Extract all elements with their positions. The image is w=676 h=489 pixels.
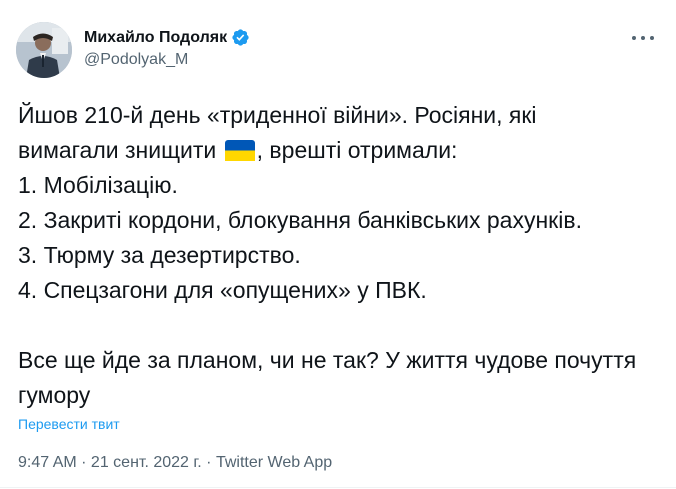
- more-dot-icon: [650, 36, 654, 40]
- tweet-source-link[interactable]: Twitter Web App: [216, 454, 332, 471]
- avatar-photo: [16, 22, 72, 78]
- verified-badge-icon: [232, 29, 249, 46]
- translate-tweet-link[interactable]: Перевести твит: [18, 416, 120, 432]
- tweet-line: 2. Закриті кордони, блокування банківськ…: [18, 207, 582, 233]
- bottom-divider: [0, 487, 676, 488]
- tweet-line: Все ще йде за планом, чи не так? У життя…: [18, 347, 643, 408]
- author-display-name[interactable]: Михайло Подоляк: [84, 29, 227, 47]
- tweet-metadata: 9:47 AM · 21 сент. 2022 г. · Twitter Web…: [18, 454, 332, 472]
- avatar[interactable]: [16, 22, 72, 78]
- tweet-line: 4. Спецзагони для «опущених» у ПВК.: [18, 277, 427, 303]
- tweet-line: , врешті отримали:: [256, 137, 458, 163]
- meta-separator: ·: [76, 454, 91, 471]
- tweet-line: 1. Мобілізацію.: [18, 172, 178, 198]
- more-dot-icon: [641, 36, 645, 40]
- tweet-date-link[interactable]: 21 сент. 2022 г.: [91, 454, 202, 471]
- tweet-line: 3. Тюрму за дезертирство.: [18, 242, 301, 268]
- more-dot-icon: [632, 36, 636, 40]
- ukraine-flag-icon: [224, 140, 255, 161]
- tweet-card: Михайло Подоляк @Podolyak_M Йшов 210-й д…: [0, 0, 676, 489]
- meta-separator: ·: [201, 454, 216, 471]
- more-options-icon[interactable]: [632, 30, 654, 46]
- tweet-line: вимагали знищити: [18, 137, 223, 163]
- tweet-text: Йшов 210-й день «триденної війни». Росія…: [18, 98, 658, 413]
- tweet-time-link[interactable]: 9:47 AM: [18, 454, 77, 471]
- tweet-line: Йшов 210-й день «триденної війни». Росія…: [18, 102, 537, 128]
- author-handle[interactable]: @Podolyak_M: [84, 51, 188, 69]
- author-name-row: Михайло Подоляк: [84, 28, 250, 47]
